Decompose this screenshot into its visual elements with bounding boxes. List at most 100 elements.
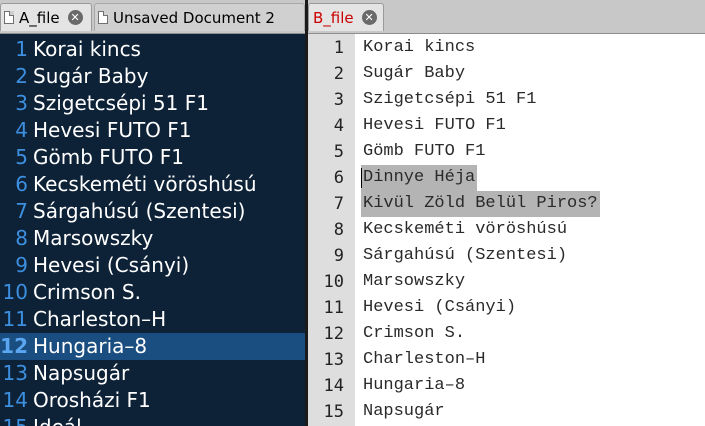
document-icon [4, 11, 14, 24]
line-number: 5 [15, 145, 28, 169]
line-text: Hevesi (Csányi) [363, 298, 517, 317]
line-number: 12 [323, 324, 344, 344]
line-number: 14 [2, 388, 28, 412]
line-number: 13 [323, 350, 344, 370]
tab-b-file[interactable]: B_file ✕ [308, 3, 384, 31]
right-editor-pane: B_file ✕ 1 Korai kincs 2 Sugár Baby 3 Szigetc… [308, 0, 705, 426]
left-line[interactable]: 2 Sugár Baby [0, 63, 305, 90]
line-text: Marsowszky [33, 226, 154, 250]
line-number: 9 [333, 246, 344, 266]
right-line[interactable]: 10 Marsowszky [308, 269, 705, 295]
line-number: 11 [2, 307, 28, 331]
highlighted-line-text: Dinnye Héja [361, 165, 478, 191]
line-number: 5 [333, 142, 344, 162]
line-text: Korai kincs [363, 38, 476, 57]
line-number: 6 [333, 168, 344, 188]
line-text: Gömb FUTO F1 [33, 145, 184, 169]
line-number: 9 [15, 253, 28, 277]
line-text: Gömb FUTO F1 [363, 142, 486, 161]
right-line[interactable]: 7 Kivül Zöld Belül Piros? [308, 191, 705, 217]
right-line[interactable]: 9 Sárgahúsú (Szentesi) [308, 243, 705, 269]
line-number: 14 [323, 376, 344, 396]
left-line[interactable]: 9 Hevesi (Csányi) [0, 252, 305, 279]
left-line[interactable]: 3 Szigetcsépi 51 F1 [0, 90, 305, 117]
line-number: 10 [323, 272, 344, 292]
line-number: 1 [15, 37, 28, 61]
left-line[interactable]: 5 Gömb FUTO F1 [0, 144, 305, 171]
right-text-area[interactable]: 1 Korai kincs 2 Sugár Baby 3 Szigetcsépi 51 F… [308, 35, 705, 425]
tab-label: B_file [313, 8, 354, 27]
line-number: 8 [333, 220, 344, 240]
line-text: Sugár Baby [363, 64, 466, 83]
line-number: 7 [15, 199, 28, 223]
right-line[interactable]: 1 Korai kincs [308, 35, 705, 61]
tab-unsaved-document-2[interactable]: Unsaved Document 2 [94, 3, 305, 31]
right-line[interactable]: 12 Crimson S. [308, 321, 705, 347]
line-text: Charleston–H [363, 350, 486, 369]
right-line[interactable]: 13 Charleston–H [308, 347, 705, 373]
left-line[interactable]: 1 Korai kincs [0, 36, 305, 63]
line-text: Ideál [33, 414, 82, 426]
close-icon[interactable]: ✕ [361, 10, 377, 25]
line-text: Hevesi FUTO F1 [363, 116, 506, 135]
left-line[interactable]: 7 Sárgahúsú (Szentesi) [0, 198, 305, 225]
close-icon[interactable]: ✕ [67, 10, 83, 25]
line-text: Hevesi (Csányi) [33, 253, 190, 277]
left-line[interactable]: 8 Marsowszky [0, 225, 305, 252]
right-line[interactable]: 5 Gömb FUTO F1 [308, 139, 705, 165]
line-text: Szigetcsépi 51 F1 [33, 91, 209, 115]
right-line[interactable]: 8 Kecskeméti vöröshúsú [308, 217, 705, 243]
left-line[interactable]: 14 Orosházi F1 [0, 387, 305, 414]
line-text: Crimson S. [33, 280, 141, 304]
right-line[interactable]: 6 Dinnye Héja [308, 165, 705, 191]
left-line[interactable]: 6 Kecskeméti vöröshúsú [0, 171, 305, 198]
right-line[interactable]: 3 Szigetcsépi 51 F1 [308, 87, 705, 113]
text-cursor [361, 168, 362, 188]
tab-a-file[interactable]: A_file ✕ [0, 3, 92, 31]
line-text: Sugár Baby [33, 64, 149, 88]
left-line[interactable]: 13 Napsugár [0, 360, 305, 387]
line-number: 3 [333, 90, 344, 110]
left-line[interactable]: 12 Hungaria–8 [0, 333, 305, 360]
line-text: Kecskeméti vöröshúsú [33, 172, 257, 196]
line-number: 7 [333, 194, 344, 214]
left-line[interactable]: 10 Crimson S. [0, 279, 305, 306]
line-number: 12 [0, 334, 28, 358]
right-tab-bar: B_file ✕ [308, 0, 705, 34]
line-number: 15 [323, 402, 344, 422]
line-number: 4 [333, 116, 344, 136]
line-text: Napsugár [363, 402, 445, 421]
highlighted-line-text: Kivül Zöld Belül Piros? [361, 191, 600, 217]
line-text: Napsugár [33, 361, 130, 385]
line-text: Crimson S. [363, 324, 466, 343]
line-text: Orosházi F1 [33, 388, 151, 412]
line-text: Hungaria–8 [363, 376, 466, 395]
tab-label: A_file [19, 8, 60, 27]
left-line[interactable]: 15 Ideál [0, 414, 305, 426]
line-number: 10 [2, 280, 28, 304]
line-number: 15 [0, 414, 28, 426]
line-text: Hevesi FUTO F1 [33, 118, 192, 142]
line-number: 6 [15, 172, 28, 196]
left-text-area[interactable]: 1 Korai kincs 2 Sugár Baby 3 Szigetcsépi 51 F… [0, 36, 305, 426]
right-line[interactable]: 2 Sugár Baby [308, 61, 705, 87]
right-line[interactable]: 15 Napsugár [308, 399, 705, 425]
right-line[interactable]: 14 Hungaria–8 [308, 373, 705, 399]
right-line[interactable]: 4 Hevesi FUTO F1 [308, 113, 705, 139]
document-icon [98, 11, 108, 24]
left-line[interactable]: 11 Charleston–H [0, 306, 305, 333]
line-number: 1 [333, 38, 344, 58]
right-line[interactable]: 11 Hevesi (Csányi) [308, 295, 705, 321]
line-text: Sárgahúsú (Szentesi) [33, 199, 246, 223]
left-tab-bar: A_file ✕ Unsaved Document 2 [0, 0, 305, 34]
line-number: 11 [323, 298, 344, 318]
line-number: 13 [2, 361, 28, 385]
line-text: Charleston–H [33, 307, 167, 331]
line-text: Marsowszky [363, 272, 466, 291]
tab-label: Unsaved Document 2 [113, 8, 275, 27]
line-number: 4 [15, 118, 28, 142]
line-text: Szigetcsépi 51 F1 [363, 90, 537, 109]
left-line[interactable]: 4 Hevesi FUTO F1 [0, 117, 305, 144]
line-text: Sárgahúsú (Szentesi) [363, 246, 568, 265]
line-text: Kecskeméti vöröshúsú [363, 220, 568, 239]
